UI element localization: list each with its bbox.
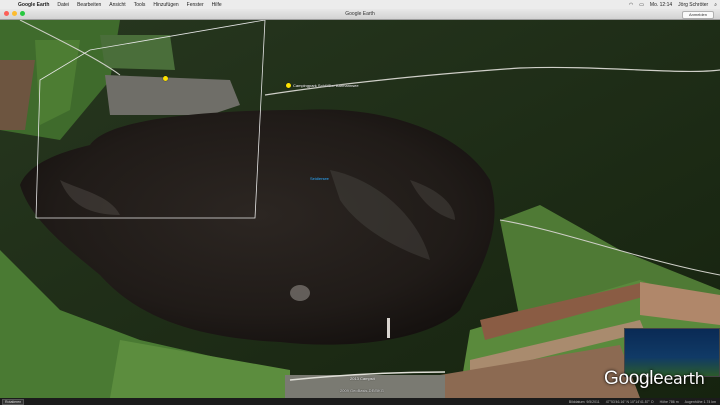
clock[interactable]: Mo. 12:14 [647,2,675,8]
battery-icon[interactable]: ▭ [636,2,647,8]
menu-file[interactable]: Datei [53,2,73,8]
status-bar: Rotatieren Bilddatum: 9/5/2011 47°53'46.… [0,398,720,405]
logo-earth-word: earth [663,369,705,388]
eye-altitude-readout: Augenhöhe 1.74 km [684,399,716,404]
sign-in-button[interactable]: Anmelden [681,11,714,19]
window-title: Google Earth [345,11,375,17]
imagery-date: Bilddatum: 9/5/2011 [568,399,600,404]
yellow-pushpin-icon [286,83,291,88]
coordinates-readout: 47°53'46.16" N 10°14'41.57" O [605,399,654,404]
lake-label[interactable]: Seidlersee [310,176,329,181]
user-name[interactable]: Jörg Schröter [675,2,711,8]
menu-add[interactable]: Hinzufügen [149,2,182,8]
map-view[interactable]: Campingpark Schlüßler Bärmannsee Seidler… [0,20,720,398]
window-titlebar: Google Earth Anmelden [0,9,720,20]
menu-app-name[interactable]: Google Earth [14,2,53,8]
menu-view[interactable]: Ansicht [105,2,129,8]
wifi-icon[interactable]: ◠ [626,2,636,8]
google-earth-logo: Googleearth [604,368,705,390]
statusbar-left: Rotatieren [2,398,25,405]
menubar-status-area: ◠ ▭ Mo. 12:14 Jörg Schröter ⌕ [626,2,720,8]
rotate-button[interactable]: Rotatieren [2,398,25,405]
road-label: 2013 Campsit [350,376,375,381]
placemark-label: Campingpark Schlüßler Bärmannsee [293,83,359,88]
placemark-pin[interactable] [163,76,170,81]
menu-edit[interactable]: Bearbeiten [73,2,105,8]
elevation-readout: Höhe 786 m [659,399,679,404]
statusbar-readouts: Bilddatum: 9/5/2011 47°53'46.16" N 10°14… [569,400,716,404]
menu-window[interactable]: Fenster [183,2,208,8]
placemark-campsite[interactable]: Campingpark Schlüßler Bärmannsee [286,83,359,88]
satellite-imagery [0,20,720,398]
logo-google-word: Google [604,368,664,389]
menu-tools[interactable]: Tools [130,2,150,8]
imagery-copyright: 2009 GeoBasis-DE/BKG [340,388,384,393]
yellow-pushpin-icon [163,76,168,81]
spotlight-icon[interactable]: ⌕ [711,2,720,8]
menu-help[interactable]: Hilfe [208,2,226,8]
